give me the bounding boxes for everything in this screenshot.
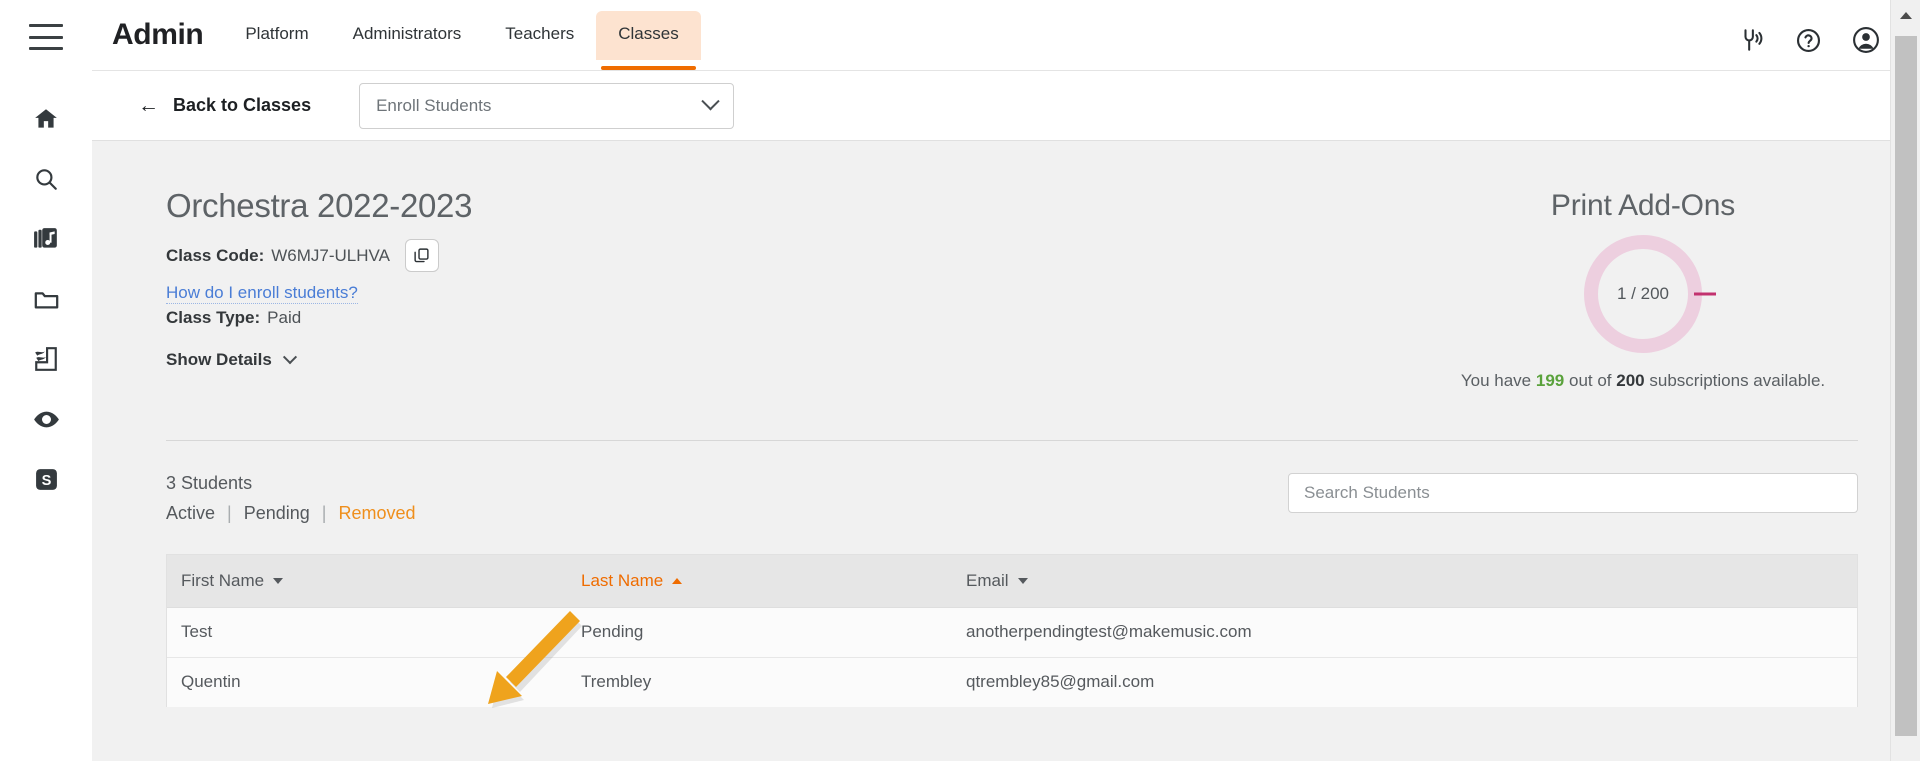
note-middle: out of	[1568, 371, 1612, 390]
cell-first-name: Quentin	[181, 672, 241, 692]
sort-desc-icon	[273, 577, 284, 584]
compose-icon[interactable]	[23, 336, 69, 382]
subscriptions-note: You have 199 out of 200 subscriptions av…	[1428, 369, 1858, 394]
cell-last-name: Pending	[581, 622, 644, 642]
enroll-students-value: Enroll Students	[376, 95, 492, 115]
account-avatar-icon[interactable]	[1852, 26, 1880, 54]
folder-icon[interactable]	[23, 276, 69, 322]
app-root: S Admin Platform Administrators Teachers…	[0, 0, 1920, 761]
class-type-row: Class Type: Paid	[166, 308, 1428, 328]
class-summary-row: Orchestra 2022-2023 Class Code: W6MJ7-UL…	[166, 187, 1858, 394]
tab-administrators[interactable]: Administrators	[331, 11, 484, 60]
filter-separator: |	[321, 502, 327, 523]
table-row[interactable]: Test Pending anotherpendingtest@makemusi…	[167, 606, 1857, 657]
show-details-label: Show Details	[166, 350, 272, 369]
class-info-block: Orchestra 2022-2023 Class Code: W6MJ7-UL…	[166, 187, 1428, 370]
filter-removed[interactable]: Removed	[338, 503, 415, 524]
sort-desc-icon	[1017, 577, 1028, 584]
note-prefix: You have	[1460, 371, 1532, 390]
table-body: Test Pending anotherpendingtest@makemusi…	[167, 606, 1857, 707]
donut-value-label: 1 / 200	[1617, 284, 1669, 303]
note-suffix: subscriptions available.	[1649, 371, 1826, 390]
page-body: Orchestra 2022-2023 Class Code: W6MJ7-UL…	[92, 140, 1920, 761]
class-type-value: Paid	[267, 308, 302, 327]
top-navigation-bar: Admin Platform Administrators Teachers C…	[92, 0, 1920, 70]
page-scrollbar[interactable]	[1890, 0, 1920, 761]
section-divider	[166, 439, 1858, 441]
svg-text:S: S	[41, 473, 51, 489]
print-addons-title: Print Add-Ons	[1550, 189, 1736, 222]
cell-email: anotherpendingtest@makemusic.com	[966, 622, 1252, 642]
eye-icon[interactable]	[23, 396, 69, 442]
enroll-help-link[interactable]: How do I enroll students?	[166, 283, 358, 304]
hamburger-menu-icon[interactable]	[29, 24, 63, 50]
search-students-input[interactable]: Search Students	[1288, 472, 1858, 513]
column-header-last-name[interactable]: Last Name	[567, 571, 952, 591]
scrollbar-thumb[interactable]	[1895, 36, 1917, 736]
students-count-label: 3 Students	[166, 472, 253, 493]
copy-class-code-button[interactable]	[404, 239, 439, 272]
note-available-count: 199	[1535, 371, 1565, 390]
column-header-last-name-label: Last Name	[581, 570, 664, 590]
filter-active[interactable]: Active	[166, 503, 215, 524]
back-to-classes-button[interactable]: ← Back to Classes	[138, 95, 311, 116]
note-total-count: 200	[1616, 371, 1645, 390]
enroll-students-dropdown[interactable]: Enroll Students	[359, 82, 735, 129]
sort-asc-icon	[672, 577, 683, 584]
students-toolbar: 3 Students Active | Pending | Removed Se…	[166, 472, 1858, 524]
back-to-classes-label: Back to Classes	[173, 95, 312, 115]
app-brand-title: Admin	[112, 18, 204, 51]
class-code-row: Class Code: W6MJ7-ULHVA	[166, 239, 1428, 272]
cell-email: qtrembley85@gmail.com	[966, 672, 1155, 692]
primary-nav-tabs: Platform Administrators Teachers Classes	[223, 0, 701, 70]
table-header-row: First Name Last Name Email	[167, 554, 1857, 607]
cell-last-name: Trembley	[581, 672, 652, 692]
chevron-down-icon	[282, 350, 297, 365]
top-nav-actions	[1739, 26, 1880, 70]
filter-pending[interactable]: Pending	[244, 503, 310, 524]
cell-first-name: Test	[181, 622, 213, 642]
music-library-icon[interactable]	[23, 216, 69, 262]
show-details-toggle[interactable]: Show Details	[166, 350, 1428, 370]
students-filter-block: 3 Students Active | Pending | Removed	[166, 473, 416, 524]
subscriptions-donut-chart: 1 / 200	[1584, 235, 1716, 353]
tab-classes[interactable]: Classes	[596, 11, 701, 70]
left-icon-rail: S	[0, 0, 92, 761]
class-code-label: Class Code:	[166, 245, 265, 265]
help-circle-icon[interactable]	[1795, 27, 1822, 54]
student-status-filters: Active | Pending | Removed	[166, 503, 416, 524]
tab-platform[interactable]: Platform	[223, 11, 330, 60]
search-students-placeholder: Search Students	[1304, 482, 1430, 502]
s-badge-icon[interactable]: S	[23, 456, 69, 502]
back-arrow-icon: ←	[138, 94, 159, 117]
class-type-label: Class Type:	[166, 308, 261, 327]
page-title: Orchestra 2022-2023	[166, 187, 473, 224]
students-table: First Name Last Name Email Test Pending …	[166, 553, 1858, 707]
column-header-email-label: Email	[966, 570, 1009, 590]
chevron-up-icon	[1899, 11, 1912, 19]
main-column: Admin Platform Administrators Teachers C…	[92, 0, 1920, 761]
home-icon[interactable]	[23, 96, 69, 142]
chevron-down-icon	[701, 92, 720, 111]
column-header-first-name-label: First Name	[181, 570, 265, 590]
column-header-first-name[interactable]: First Name	[167, 571, 567, 591]
column-header-email[interactable]: Email	[952, 571, 1857, 591]
tuning-fork-icon[interactable]	[1739, 27, 1765, 53]
tab-teachers[interactable]: Teachers	[483, 11, 596, 60]
table-row[interactable]: Quentin Trembley qtrembley85@gmail.com	[167, 656, 1857, 707]
search-icon[interactable]	[23, 156, 69, 202]
filter-separator: |	[227, 502, 232, 523]
print-addons-panel: Print Add-Ons 1 / 200 You have 199 out o…	[1428, 187, 1858, 394]
class-code-value: W6MJ7-ULHVA	[271, 245, 390, 265]
scroll-up-button[interactable]	[1891, 0, 1920, 30]
sub-action-bar: ← Back to Classes Enroll Students	[92, 70, 1920, 140]
